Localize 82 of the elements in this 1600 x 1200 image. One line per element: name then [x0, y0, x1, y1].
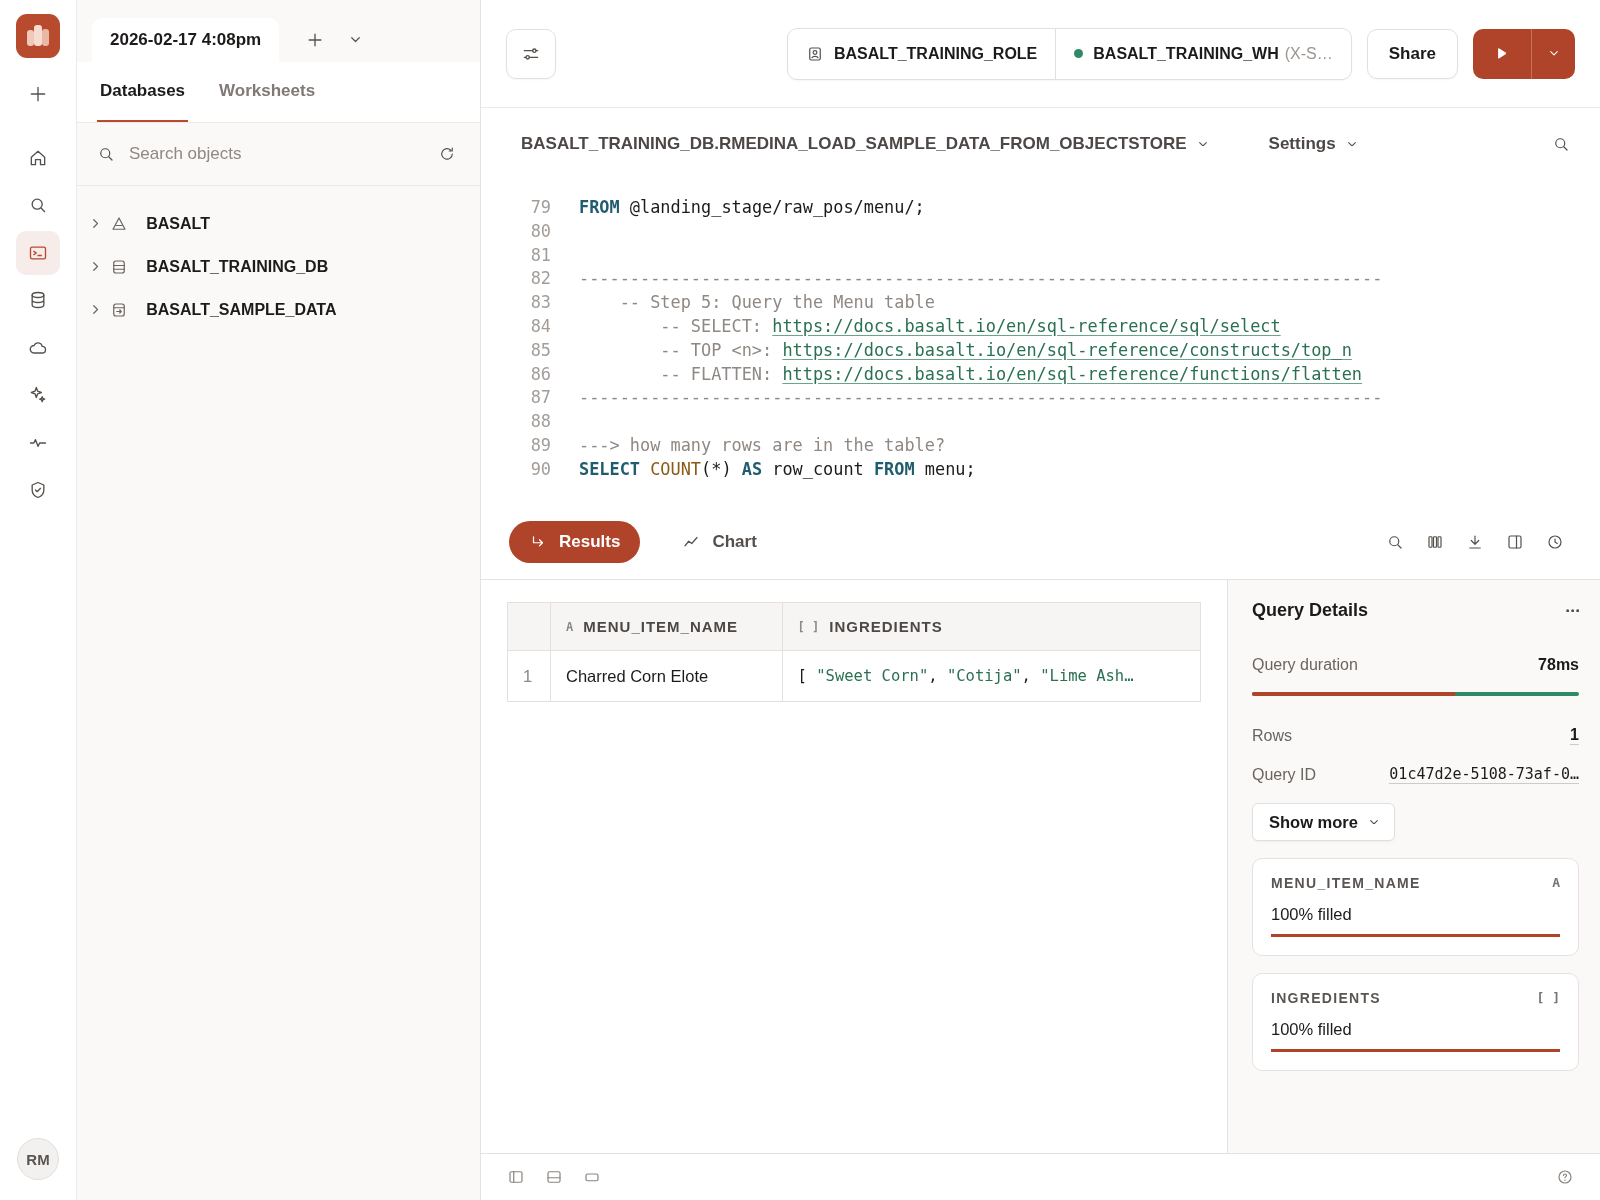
tree-item[interactable]: BASALT	[77, 202, 480, 245]
panel-title: Query Details	[1252, 600, 1369, 621]
side-panel-icon[interactable]	[1506, 532, 1524, 551]
code-line: -------------------------------------------------------------------------------	[579, 267, 1383, 291]
query-id[interactable]: 01c47d2e-5108-73af-0…	[1389, 765, 1579, 784]
code-line: -- TOP <n>: https://docs.basalt.io/en/sql-reference/constructs/top_n	[659, 338, 1352, 362]
run-button[interactable]	[1473, 28, 1532, 79]
column-name: MENU_ITEM_NAME	[583, 618, 739, 635]
user-avatar[interactable]: RM	[17, 1138, 59, 1180]
chevron-down-icon	[1347, 141, 1356, 147]
more-icon[interactable]	[1565, 608, 1579, 613]
run-options-button[interactable]	[1532, 28, 1575, 79]
column-name: MENU_ITEM_NAME	[1271, 875, 1421, 891]
column-header[interactable]: [ ] INGREDIENTS	[782, 602, 1201, 651]
column-header[interactable]: A MENU_ITEM_NAME	[550, 602, 783, 651]
line-number: 89	[529, 433, 552, 457]
field-label: Query ID	[1252, 765, 1316, 784]
tree-item[interactable]: BASALT_TRAINING_DB	[77, 245, 480, 288]
code-line: SELECT COUNT(*) AS row_count FROM menu;	[579, 457, 976, 481]
play-icon	[1497, 48, 1507, 59]
line-number: 87	[529, 386, 552, 410]
app-logo[interactable]	[16, 14, 60, 58]
search-icon	[97, 145, 115, 163]
fill-label: 100% filled	[1271, 1020, 1353, 1039]
row-number: 1	[507, 650, 551, 702]
line-number: 84	[529, 315, 552, 338]
bottom-panel-icon[interactable]	[545, 1168, 563, 1186]
settings-dropdown[interactable]: Settings	[1268, 134, 1356, 154]
search-icon[interactable]	[1552, 135, 1570, 153]
table-cell: Charred Corn Elote	[550, 650, 783, 702]
tab[interactable]: Databases	[97, 62, 189, 122]
type-glyph: A	[1552, 875, 1560, 891]
clock-icon[interactable]	[1546, 532, 1564, 551]
type-glyph: A	[566, 619, 574, 634]
chevron-down-icon	[1198, 141, 1207, 147]
line-number: 81	[529, 243, 552, 267]
column-name: INGREDIENTS	[829, 618, 943, 635]
line-number: 82	[529, 267, 552, 291]
line-number: 88	[529, 410, 552, 434]
worksheet-tab[interactable]: 2026-02-17 4:08pm	[92, 18, 280, 62]
type-glyph: [ ]	[797, 619, 820, 634]
line-number: 79	[529, 196, 552, 219]
share-button[interactable]: Share	[1366, 28, 1458, 79]
chevron-right-icon[interactable]	[93, 262, 99, 271]
chevron-down-icon	[1369, 819, 1378, 825]
code-line: -------------------------------------------------------------------------------	[579, 386, 1383, 410]
code-line: -- SELECT: https://docs.basalt.io/en/sql-reference/sql/select	[659, 315, 1281, 338]
chevron-down-icon	[1549, 51, 1558, 56]
sparkle-icon	[28, 385, 48, 405]
code-line: ---> how many rows are in the table?	[579, 433, 946, 457]
tab[interactable]: Results	[509, 520, 641, 563]
worksheet-path-dropdown[interactable]: BASALT_TRAINING_DB.RMEDINA_LOAD_SAMPLE_DATA_FROM_OBJECTSTORE	[521, 134, 1207, 154]
line-number: 80	[529, 219, 552, 243]
fill-label: 100% filled	[1271, 905, 1353, 924]
header-cell	[507, 602, 551, 651]
nav-button[interactable]	[16, 230, 60, 275]
code-line: FROM @landing_stage/raw_pos/menu/;	[579, 196, 925, 219]
code-line: -- Step 5: Query the Menu table	[618, 291, 935, 315]
field-label: Rows	[1252, 726, 1292, 745]
line-number: 90	[529, 457, 552, 481]
chevron-right-icon[interactable]	[93, 305, 99, 314]
line-number: 83	[529, 291, 552, 315]
chevron-right-icon[interactable]	[93, 219, 99, 228]
tree-item[interactable]: BASALT_SAMPLE_DATA	[77, 288, 480, 331]
column-name: INGREDIENTS	[1271, 990, 1381, 1006]
code-line: -- FLATTEN: https://docs.basalt.io/en/sql-reference/functions/flatten	[659, 362, 1363, 386]
field-value: 78ms	[1538, 655, 1579, 674]
chevron-down-icon[interactable]	[351, 37, 361, 43]
field-value: 1	[1570, 726, 1579, 745]
show-more-button[interactable]: Show more	[1252, 803, 1395, 841]
tab[interactable]: Chart	[662, 520, 777, 563]
type-glyph: [ ]	[1536, 990, 1560, 1006]
search-field[interactable]: Search objects	[127, 143, 426, 165]
refresh-icon[interactable]	[438, 145, 456, 163]
field-label: Query duration	[1252, 655, 1358, 674]
table-cell: [ "Sweet Corn", "Cotija", "Lime Ash…	[782, 650, 1201, 702]
line-number: 86	[529, 362, 552, 386]
line-number: 85	[529, 338, 552, 362]
left-panel-icon[interactable]	[507, 1168, 525, 1186]
plus-icon	[28, 84, 48, 104]
help-icon[interactable]	[1556, 1168, 1574, 1186]
tab[interactable]: Worksheets	[216, 62, 319, 122]
